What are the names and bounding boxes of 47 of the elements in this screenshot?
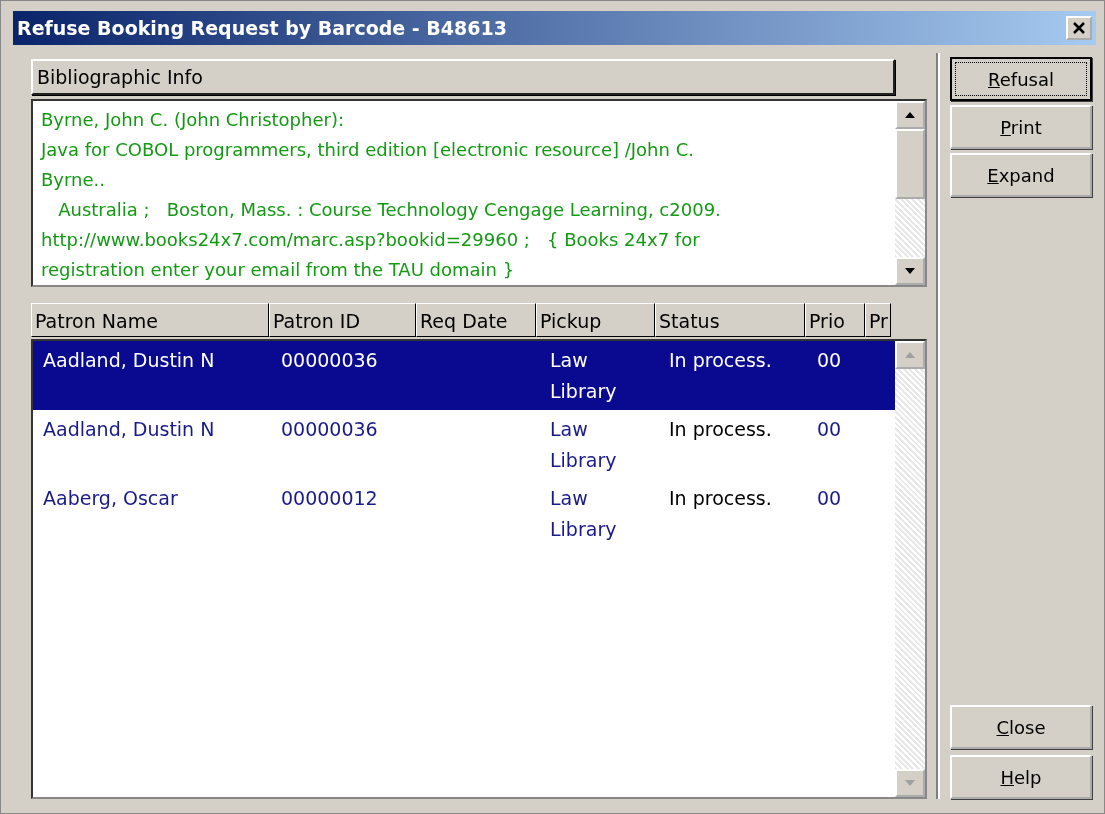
table-cell-text: 00 xyxy=(816,417,843,442)
bibliographic-line: http://www.books24x7.com/marc.asp?bookid=29960 ; { Books 24x7 for xyxy=(41,228,701,252)
column-header[interactable]: Req Date xyxy=(416,303,536,337)
table-cell-text: Law Library xyxy=(549,486,618,542)
table-cell-text: Aaberg, Oscar xyxy=(42,486,179,511)
column-header[interactable]: Patron ID xyxy=(269,303,416,337)
bibliographic-line: Java for COBOL programmers, third edition [electronic resource] /John C. xyxy=(41,138,695,162)
column-header[interactable]: Pickup xyxy=(536,303,655,337)
bibliographic-line: Byrne.. xyxy=(41,168,106,192)
dialog-button[interactable]: Help xyxy=(950,755,1092,799)
table-cell-text: Law Library xyxy=(549,348,618,404)
window-title: Refuse Booking Request by Barcode - B48613 xyxy=(17,17,507,39)
down-arrow-icon xyxy=(904,779,916,787)
dialog-button[interactable]: Close xyxy=(950,705,1092,749)
bibliographic-line: Australia ; Boston, Mass. : Course Technology Cengage Learning, c2009. xyxy=(57,198,722,222)
table-cell-text: In process. xyxy=(668,348,773,373)
scroll-bar[interactable] xyxy=(895,341,925,797)
table-cell-text: In process. xyxy=(668,417,773,442)
up-arrow-icon xyxy=(904,111,916,119)
dialog-button[interactable]: Expand xyxy=(950,153,1092,197)
column-header[interactable]: Patron Name xyxy=(31,303,269,337)
column-header[interactable]: Pr xyxy=(865,303,891,337)
scroll-bar[interactable] xyxy=(895,101,925,285)
table-cell-text: Law Library xyxy=(549,417,618,473)
close-button[interactable] xyxy=(1066,16,1092,40)
down-arrow-icon xyxy=(904,267,916,275)
table-row[interactable]: Aaberg, Oscar 00000012 Law Library In process. 00 xyxy=(33,479,895,548)
table-cell-text: In process. xyxy=(668,486,773,511)
table-row[interactable]: Aadland, Dustin N 00000036 Law Library In process. 00 xyxy=(33,410,895,479)
bibliographic-line: Byrne, John C. (John Christopher): xyxy=(41,108,345,132)
table-cell-text: Aadland, Dustin N xyxy=(42,348,216,373)
table-cell-text: Aadland, Dustin N xyxy=(42,417,216,442)
bibliographic-text-area[interactable] xyxy=(31,99,927,287)
table-cell-text: 00 xyxy=(816,348,843,373)
bibliographic-line: registration enter your email from the TAU domain } xyxy=(41,258,516,282)
table-cell-text: 00000036 xyxy=(280,348,379,373)
column-header[interactable]: Status xyxy=(655,303,805,337)
dialog-button[interactable]: Print xyxy=(950,105,1092,149)
table-cell-text: 00000036 xyxy=(280,417,379,442)
dialog-button[interactable]: Refusal xyxy=(950,57,1092,101)
table-cell-text: 00000012 xyxy=(280,486,379,511)
column-header[interactable]: Prio xyxy=(805,303,865,337)
table-cell-text: 00 xyxy=(816,486,843,511)
table-row[interactable]: Aadland, Dustin N 00000036 Law Library In process. 00 xyxy=(33,341,895,410)
up-arrow-icon xyxy=(904,351,916,359)
section-header: Bibliographic Info xyxy=(31,59,895,95)
close-icon xyxy=(1072,21,1086,35)
